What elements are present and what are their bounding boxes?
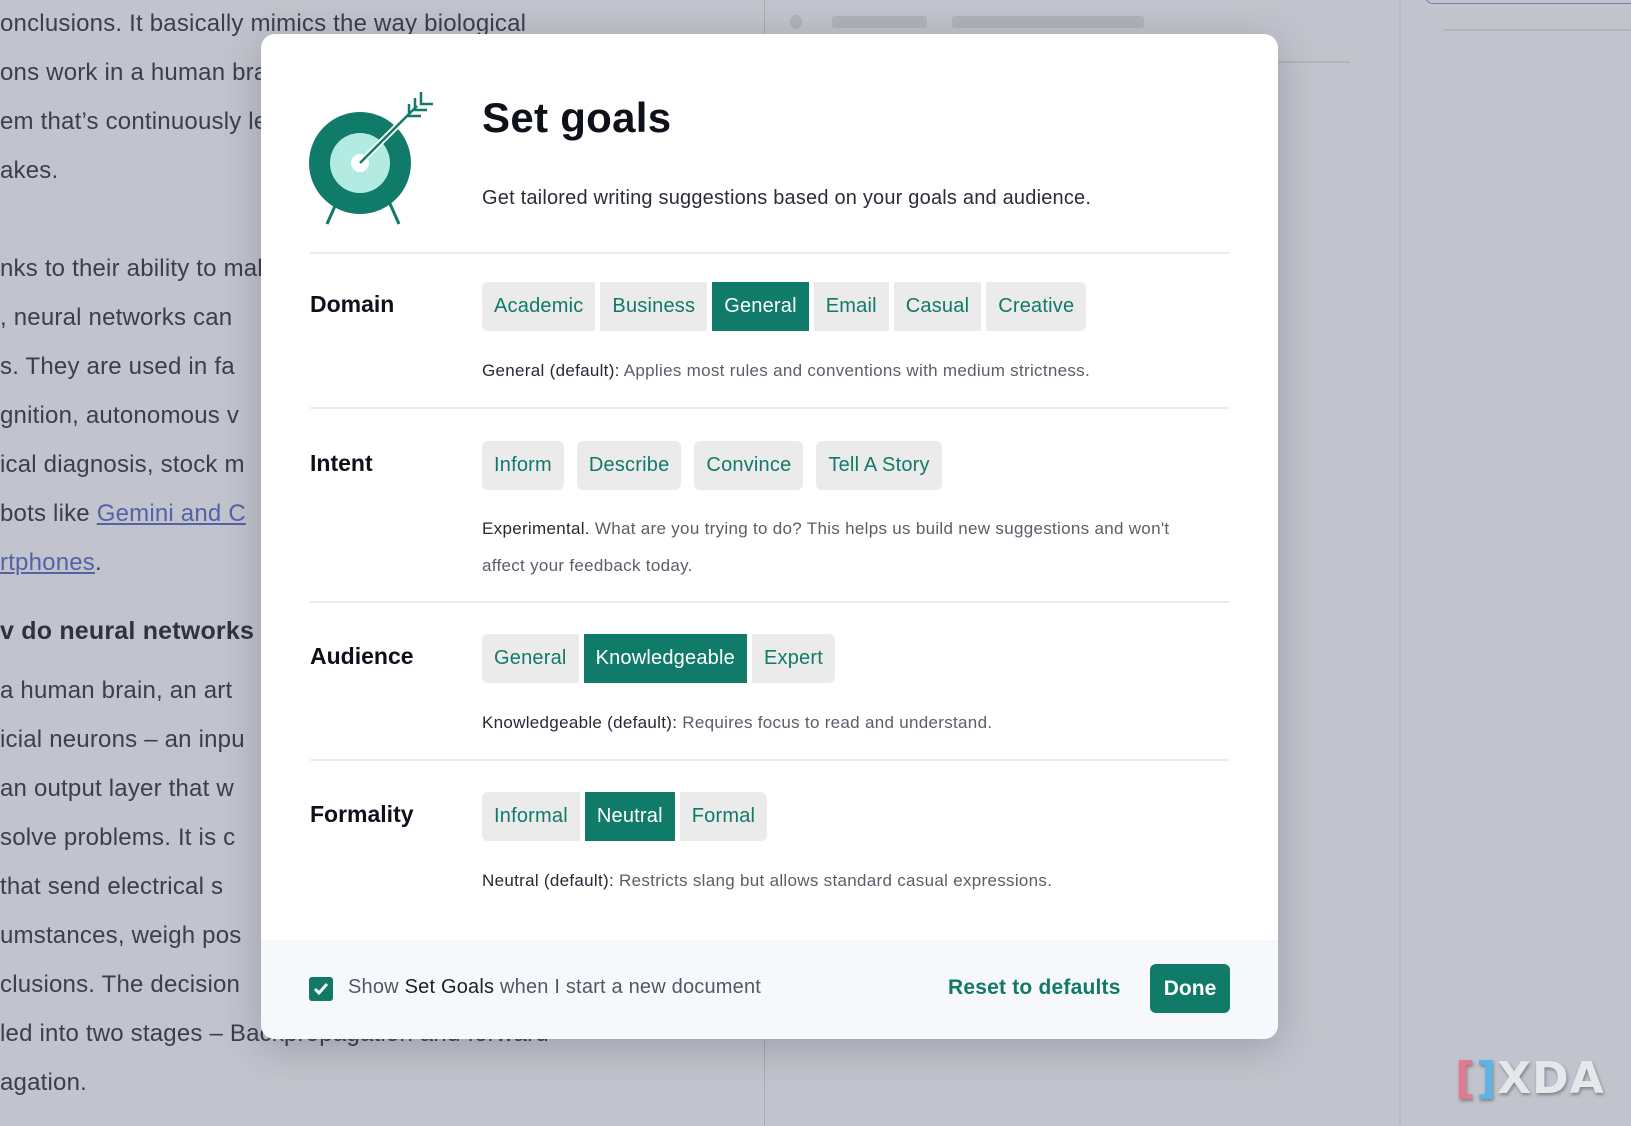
domain-option-business[interactable]: Business	[600, 282, 708, 331]
doc-text-line: that send electrical s	[0, 873, 224, 900]
doc-text-line: s. They are used in fa	[0, 353, 235, 380]
intent-description: Experimental. What are you trying to do?…	[482, 510, 1202, 584]
set-goals-dialog: Set goals Get tailored writing suggestio…	[261, 34, 1278, 1039]
domain-label: Domain	[310, 291, 395, 317]
doc-link-smartphones[interactable]: rtphones	[0, 549, 95, 576]
divider	[1443, 29, 1631, 31]
doc-text-line: rtphones.	[0, 549, 102, 577]
domain-options: Academic Business General Email Casual Creati…	[482, 282, 1087, 331]
audience-description: Knowledgeable (default): Requires focus …	[482, 704, 992, 741]
doc-text-line: a human brain, an art	[0, 677, 233, 704]
dialog-footer: Show Set Goals when I start a new docume…	[261, 940, 1278, 1039]
formality-option-neutral[interactable]: Neutral	[584, 792, 675, 841]
domain-option-email[interactable]: Email	[813, 282, 889, 331]
section-divider	[310, 252, 1230, 254]
checkmark-icon	[313, 983, 329, 996]
doc-text-line: gnition, autonomous v	[0, 402, 240, 429]
dialog-title: Set goals	[482, 94, 672, 141]
show-set-goals-label[interactable]: Show Set Goals when I start a new docume…	[348, 976, 761, 999]
watermark-bracket: ]	[1476, 1053, 1498, 1104]
doc-text-line: bots like Gemini and C	[0, 500, 246, 528]
audience-option-general[interactable]: General	[482, 634, 579, 683]
doc-text-line: , neural networks can	[0, 304, 233, 331]
intent-option-tell-a-story[interactable]: Tell A Story	[816, 441, 942, 490]
label-text: Show	[348, 976, 405, 998]
skeleton-placeholder	[790, 15, 802, 29]
domain-option-general[interactable]: General	[712, 282, 809, 331]
doc-text-line: nks to their ability to make	[0, 255, 284, 282]
doc-text-line: solve problems. It is c	[0, 824, 236, 851]
formality-option-informal[interactable]: Informal	[482, 792, 580, 841]
intent-label: Intent	[310, 450, 373, 476]
intent-option-convince[interactable]: Convince	[694, 441, 804, 490]
reset-to-defaults-button[interactable]: Reset to defaults	[948, 976, 1121, 1000]
label-emphasis: Set Goals	[404, 976, 495, 998]
show-set-goals-checkbox[interactable]	[309, 977, 333, 1001]
audience-option-knowledgeable[interactable]: Knowledgeable	[583, 634, 747, 683]
description-lead: Neutral (default):	[482, 871, 615, 890]
section-divider	[310, 601, 1230, 603]
domain-description: General (default): Applies most rules an…	[482, 352, 1090, 389]
doc-text-line: umstances, weigh pos	[0, 922, 242, 949]
formality-options: Informal Neutral Formal	[482, 792, 768, 841]
formality-description: Neutral (default): Restricts slang but a…	[482, 862, 1052, 899]
domain-option-casual[interactable]: Casual	[893, 282, 982, 331]
description-text: Requires focus to read and understand.	[677, 713, 993, 732]
doc-text-line: akes.	[0, 157, 59, 184]
formality-option-formal[interactable]: Formal	[679, 792, 768, 841]
description-lead: Knowledgeable (default):	[482, 713, 678, 732]
audience-label: Audience	[310, 643, 414, 669]
section-divider	[310, 759, 1230, 761]
audience-option-expert[interactable]: Expert	[751, 634, 835, 683]
target-arrow-icon	[309, 92, 433, 225]
doc-heading: v do neural networks	[0, 617, 255, 645]
doc-link-gemini[interactable]: Gemini and C	[97, 500, 246, 527]
doc-text-line: an output layer that w	[0, 775, 234, 802]
audience-options: General Knowledgeable Expert	[482, 634, 835, 683]
skeleton-placeholder	[832, 16, 927, 28]
doc-text: .	[95, 549, 102, 576]
doc-text: bots like	[0, 500, 97, 527]
sidebar-card	[1425, 0, 1631, 4]
done-button[interactable]: Done	[1150, 964, 1230, 1013]
dialog-subtitle: Get tailored writing suggestions based o…	[482, 187, 1092, 209]
formality-label: Formality	[310, 801, 414, 827]
watermark-bracket: [	[1455, 1053, 1477, 1104]
doc-text-line: clusions. The decision	[0, 971, 241, 998]
description-lead: General (default):	[482, 361, 620, 380]
domain-option-academic[interactable]: Academic	[482, 282, 596, 331]
domain-option-creative[interactable]: Creative	[986, 282, 1087, 331]
intent-option-describe[interactable]: Describe	[576, 441, 682, 490]
intent-options: Inform Describe Convince Tell A Story	[482, 441, 942, 490]
description-text: Applies most rules and conventions with …	[619, 361, 1090, 380]
sidebar-divider	[1399, 0, 1401, 1126]
xda-watermark: []XDA	[1455, 1053, 1605, 1104]
doc-text-line: agation.	[0, 1069, 88, 1096]
section-divider	[310, 407, 1230, 409]
doc-text-line: ical diagnosis, stock m	[0, 451, 245, 478]
description-text: Restricts slang but allows standard casu…	[614, 871, 1053, 890]
intent-option-inform[interactable]: Inform	[482, 441, 564, 490]
description-lead: Experimental.	[482, 519, 590, 538]
label-text: when I start a new document	[494, 976, 762, 998]
divider	[1270, 61, 1350, 63]
watermark-text: XDA	[1497, 1053, 1605, 1104]
skeleton-placeholder	[952, 16, 1144, 28]
doc-text-line: icial neurons – an inpu	[0, 726, 245, 753]
